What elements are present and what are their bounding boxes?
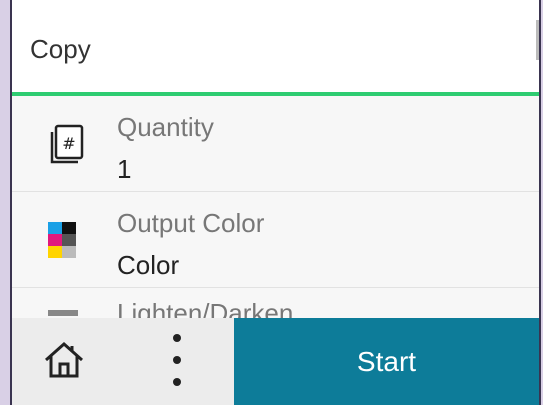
more-options-icon <box>167 330 187 395</box>
setting-output-color[interactable]: Output Color Color <box>12 192 539 288</box>
home-icon <box>42 338 86 387</box>
color-swatch-icon <box>46 218 92 264</box>
setting-label: Lighten/Darken <box>117 298 294 318</box>
more-options-button[interactable] <box>152 332 202 392</box>
start-button[interactable]: Start <box>234 318 539 405</box>
setting-label: Quantity <box>117 112 214 142</box>
header-bar: Copy <box>12 0 539 96</box>
settings-list: # Quantity 1 Output Color Color Lighten/… <box>12 96 539 318</box>
page-title: Copy <box>30 34 91 64</box>
setting-label: Output Color <box>117 208 265 238</box>
setting-value: Color <box>117 250 180 280</box>
setting-lighten-darken[interactable]: Lighten/Darken <box>12 288 539 318</box>
home-button[interactable] <box>34 332 94 392</box>
setting-value: 1 <box>117 154 132 184</box>
header-scroll-edge <box>536 20 539 60</box>
copies-icon: # <box>46 122 92 168</box>
bottom-action-bar: Start <box>12 318 539 405</box>
svg-text:#: # <box>62 134 75 153</box>
lighten-darken-icon <box>46 310 92 318</box>
copy-app-window: Copy # Quantity 1 Output Color Color Lig… <box>10 0 541 405</box>
setting-quantity[interactable]: # Quantity 1 <box>12 96 539 192</box>
